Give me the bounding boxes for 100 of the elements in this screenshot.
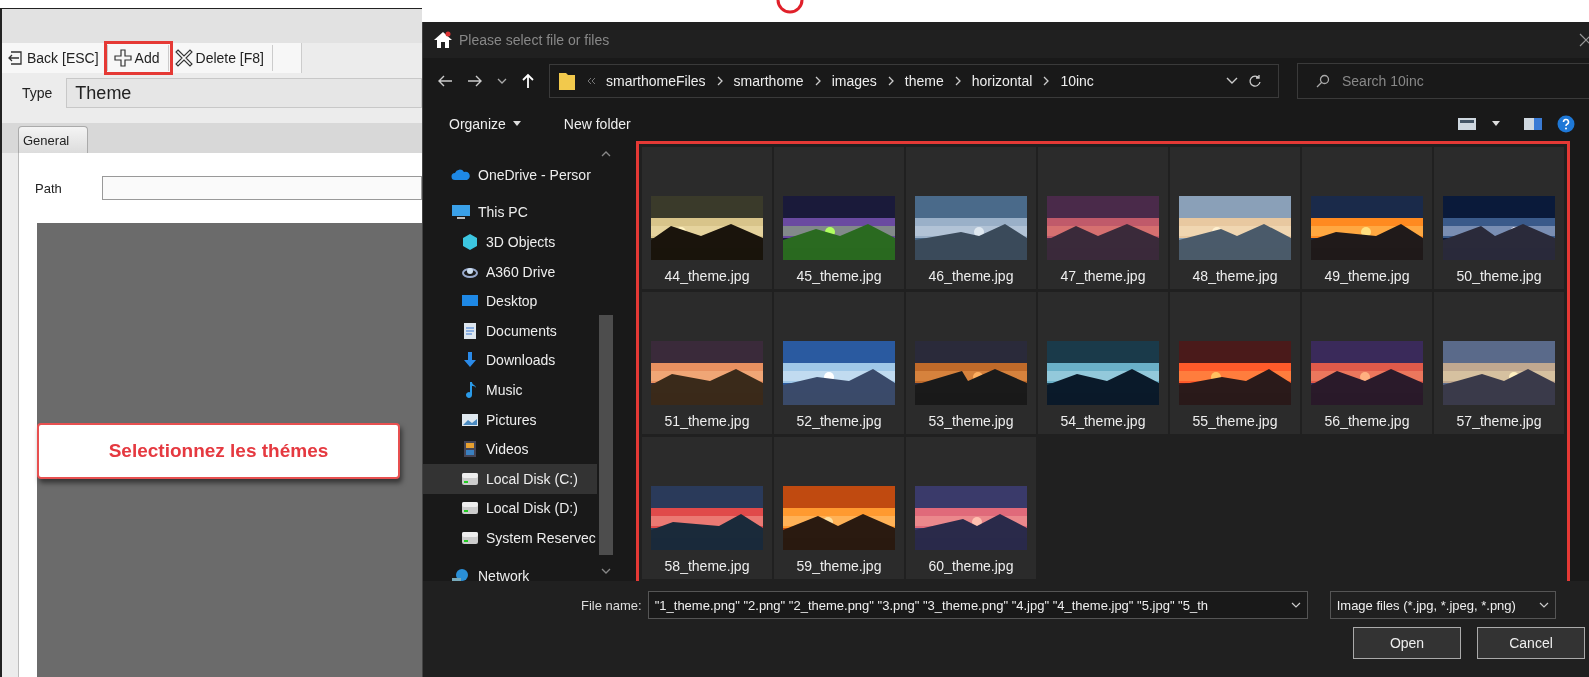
file-name: 57_theme.jpg — [1456, 413, 1542, 429]
file-tile[interactable]: 59_theme.jpg — [774, 437, 904, 579]
file-tile[interactable]: 60_theme.jpg — [906, 437, 1036, 579]
open-button[interactable]: Open — [1353, 627, 1461, 659]
file-name: 60_theme.jpg — [928, 558, 1014, 574]
chevron-down-icon — [1538, 602, 1549, 608]
forward-arrow-icon[interactable] — [467, 74, 483, 88]
close-icon — [174, 49, 193, 67]
window-title: Please select file or files — [459, 32, 610, 48]
file-name: 59_theme.jpg — [796, 558, 882, 574]
breadcrumb[interactable]: theme — [904, 73, 944, 89]
file-tile[interactable]: 53_theme.jpg — [906, 292, 1036, 434]
nav-item[interactable]: Videos — [423, 434, 597, 464]
cancel-button[interactable]: Cancel — [1477, 627, 1585, 659]
refresh-icon[interactable] — [1248, 74, 1262, 88]
breadcrumb[interactable]: images — [831, 73, 877, 89]
document-icon — [461, 321, 479, 340]
chevron-down-icon[interactable] — [1226, 77, 1238, 85]
breadcrumb[interactable]: 10inc — [1060, 73, 1094, 89]
file-tile[interactable]: 55_theme.jpg — [1170, 292, 1300, 434]
caret-icon — [511, 121, 522, 127]
file-tile[interactable]: 51_theme.jpg — [642, 292, 772, 434]
globe-icon — [451, 567, 471, 581]
nav-item[interactable]: This PC — [423, 197, 597, 228]
file-tile[interactable]: 47_theme.jpg — [1038, 147, 1168, 289]
file-tile[interactable]: 50_theme.jpg — [1434, 147, 1564, 289]
view-icon[interactable] — [1457, 117, 1477, 131]
file-name: 52_theme.jpg — [796, 413, 882, 429]
chevron-down-icon[interactable] — [497, 77, 507, 85]
tab[interactable]: General — [18, 126, 89, 153]
breadcrumb[interactable]: smarthome — [733, 73, 804, 89]
nav-item[interactable]: System Reservec — [423, 523, 597, 553]
file-name: 46_theme.jpg — [928, 268, 1014, 284]
exit-icon — [8, 50, 24, 66]
preview-pane-icon[interactable] — [1523, 117, 1543, 131]
breadcrumb[interactable]: smarthomeFiles — [606, 73, 706, 89]
nav-item[interactable]: A360 Drive — [423, 256, 597, 287]
chevron-right-icon — [1042, 76, 1051, 86]
file-name: 44_theme.jpg — [664, 268, 750, 284]
file-tile[interactable]: 44_theme.jpg — [642, 147, 772, 289]
file-tile[interactable]: 49_theme.jpg — [1302, 147, 1432, 289]
nav-item[interactable]: 3D Objects — [423, 227, 597, 257]
file-tile[interactable]: 46_theme.jpg — [906, 147, 1036, 289]
file-name: 49_theme.jpg — [1324, 268, 1410, 284]
caret-icon[interactable] — [1491, 121, 1501, 127]
toolbar-button[interactable]: Back [ESC] — [2, 45, 108, 71]
chevron-down-icon — [1290, 602, 1301, 608]
nav-item[interactable]: Local Disk (D:) — [423, 493, 597, 524]
new-folder-button[interactable]: New folder — [557, 115, 637, 133]
file-name: 48_theme.jpg — [1192, 268, 1278, 284]
file-tile[interactable]: 56_theme.jpg — [1302, 292, 1432, 434]
toolbar-button[interactable]: Add — [107, 45, 169, 71]
file-tile[interactable]: 52_theme.jpg — [774, 292, 904, 434]
house-icon — [433, 31, 453, 49]
help-icon[interactable] — [1557, 115, 1575, 133]
chevron-right-icon — [813, 76, 822, 86]
breadcrumb[interactable]: horizontal — [971, 73, 1033, 89]
file-name-field[interactable]: "1_theme.png" "2.png" "2_theme.png" "3.png" "3_theme.png" "4.jpg" "4_theme.jpg" "5.jpg" "5_th — [647, 591, 1308, 619]
scroll-down-icon[interactable] — [601, 567, 611, 575]
chevron-right-icon — [953, 76, 962, 86]
file-tile[interactable]: 48_theme.jpg — [1170, 147, 1300, 289]
file-tile[interactable]: 45_theme.jpg — [774, 147, 904, 289]
scroll-up-icon[interactable] — [601, 150, 611, 158]
nav-item[interactable]: Downloads — [423, 345, 597, 376]
nav-item[interactable]: Documents — [423, 315, 597, 346]
file-tile[interactable]: 57_theme.jpg — [1434, 292, 1564, 434]
file-name: 53_theme.jpg — [928, 413, 1014, 429]
search-icon — [1316, 74, 1330, 88]
annotation-marker — [775, 0, 805, 16]
cube-icon — [461, 233, 479, 251]
file-tile[interactable]: 54_theme.jpg — [1038, 292, 1168, 434]
nav-item[interactable]: Network — [423, 560, 597, 581]
path-field[interactable] — [101, 176, 422, 200]
callout: Selectionnez les thémes — [37, 423, 400, 479]
nav-item[interactable]: Pictures — [423, 404, 597, 435]
back-arrow-icon[interactable] — [437, 74, 453, 88]
organize-menu[interactable]: Organize — [443, 115, 528, 133]
file-name: 51_theme.jpg — [664, 413, 750, 429]
close-icon[interactable] — [1579, 33, 1589, 47]
file-name: 55_theme.jpg — [1192, 413, 1278, 429]
plus-icon — [113, 49, 132, 67]
chevron-right-icon — [715, 76, 724, 86]
file-tile[interactable]: 58_theme.jpg — [642, 437, 772, 579]
type-label: Type — [22, 85, 53, 101]
toolbar-button[interactable]: Delete [F8] — [168, 45, 273, 71]
file-name: 56_theme.jpg — [1324, 413, 1410, 429]
nav-item[interactable]: Desktop — [423, 286, 597, 316]
file-name: 50_theme.jpg — [1456, 268, 1542, 284]
nav-item[interactable]: Music — [423, 375, 597, 405]
scrollbar-thumb[interactable] — [599, 315, 613, 555]
file-type-dropdown[interactable]: Image files (*.jpg, *.jpeg, *.png) — [1329, 591, 1556, 619]
file-name: 45_theme.jpg — [796, 268, 882, 284]
address-bar[interactable]: smarthomeFiles smarthome images theme horizontal 10inc — [549, 64, 1279, 98]
double-chevron-icon — [586, 76, 596, 86]
nav-item[interactable]: OneDrive - Persor — [423, 160, 597, 190]
type-dropdown[interactable]: Theme — [66, 78, 422, 108]
nav-item[interactable]: Local Disk (C:) — [423, 463, 597, 494]
search-field[interactable]: Search 10inc — [1297, 63, 1589, 99]
up-arrow-icon[interactable] — [521, 73, 535, 89]
videos-icon — [461, 440, 479, 459]
